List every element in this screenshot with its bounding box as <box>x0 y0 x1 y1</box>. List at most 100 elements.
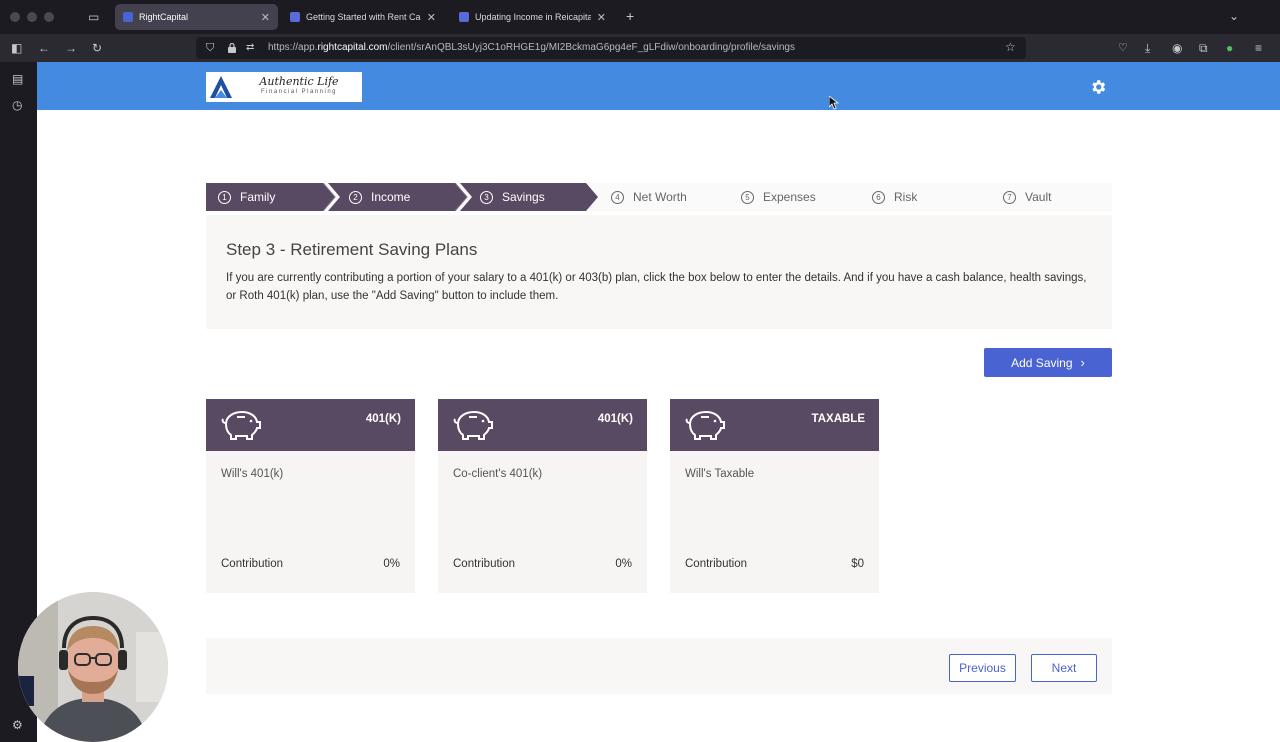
step-number: 6 <box>872 190 885 204</box>
step-label: Expenses <box>763 190 816 204</box>
previous-button[interactable]: Previous <box>949 654 1016 682</box>
reload-icon[interactable]: ↻ <box>92 41 102 55</box>
tab-list-chevron-icon[interactable]: ⌄ <box>1229 9 1239 23</box>
account-type: 401(K) <box>597 413 633 425</box>
piggy-bank-icon <box>453 410 493 440</box>
chevron-right-icon: › <box>1080 355 1085 370</box>
add-saving-label: Add Saving <box>1011 355 1073 370</box>
tab-title: Getting Started with Rent Capital <box>306 12 421 22</box>
page-description: If you are currently contributing a port… <box>226 272 1087 302</box>
card-header: TAXABLE <box>670 399 879 451</box>
contribution-value: $0 <box>851 558 864 570</box>
step-net-worth[interactable]: 4 Net Worth <box>611 183 687 211</box>
history-icon[interactable]: ◷ <box>12 98 22 112</box>
page-title: Step 3 - Retirement Saving Plans <box>226 240 478 259</box>
close-tab-icon[interactable]: ✕ <box>597 11 606 24</box>
sidebar-toggle-icon[interactable]: ◧ <box>11 41 22 55</box>
browser-tab-updating-income[interactable]: Updating Income in Reicapital ✕ <box>451 4 614 30</box>
logo-mark-icon <box>210 76 232 98</box>
browser-tab-getting-started[interactable]: Getting Started with Rent Capital ✕ <box>282 4 444 30</box>
lock-icon[interactable] <box>227 42 237 54</box>
logo-name: Authentic Life <box>259 75 339 88</box>
contribution-value: 0% <box>383 558 400 570</box>
contribution-label: Contribution <box>685 558 748 570</box>
step-expenses[interactable]: 5 Expenses <box>741 183 816 211</box>
step-family[interactable]: 1 Family <box>218 183 275 211</box>
address-bar[interactable]: ⛉ ⇄ https://app.rightcapital.com/client/… <box>196 37 1026 59</box>
extensions-icon[interactable]: ⧉ <box>1199 41 1208 55</box>
settings-gear-icon[interactable] <box>1089 78 1107 96</box>
savings-card-wills-401k[interactable]: 401(K) Will's 401(k) Contribution 0% <box>206 399 415 593</box>
tab-title: Updating Income in Reicapital <box>475 12 591 22</box>
company-logo[interactable]: Authentic Life Financial Planning <box>206 72 362 102</box>
step-savings[interactable]: 3 Savings <box>480 183 545 211</box>
webcam-overlay <box>18 592 168 742</box>
bookmark-star-icon[interactable]: ☆ <box>1005 40 1016 54</box>
navigation-toolbar: ◧ ← → ↻ ⛉ ⇄ https://app.rightcapital.com… <box>0 34 1280 62</box>
menu-icon[interactable]: ≡ <box>1255 41 1262 55</box>
savings-card-coclient-401k[interactable]: 401(K) Co-client's 401(k) Contribution 0… <box>438 399 647 593</box>
sidebar-settings-icon[interactable]: ⚙ <box>12 718 23 732</box>
url-domain: rightcapital.com <box>317 42 388 53</box>
account-type: 401(K) <box>365 413 401 425</box>
bookmarks-sidebar-icon[interactable]: ▤ <box>12 72 23 86</box>
step-risk[interactable]: 6 Risk <box>872 183 917 211</box>
favicon-icon <box>123 12 133 22</box>
step-intro-panel: Step 3 - Retirement Saving Plans If you … <box>206 215 1112 329</box>
step-number: 2 <box>349 190 362 204</box>
favicon-icon <box>459 12 469 22</box>
account-name: Will's 401(k) <box>221 468 284 480</box>
new-tab-button[interactable]: + <box>626 9 634 23</box>
browser-tab-rightcapital[interactable]: RightCapital ✕ <box>115 4 278 30</box>
step-number: 5 <box>741 190 754 204</box>
card-header: 401(K) <box>206 399 415 451</box>
pocket-icon[interactable]: ♡ <box>1118 41 1128 55</box>
tab-title: RightCapital <box>139 12 189 22</box>
step-number: 7 <box>1003 190 1016 204</box>
window-zoom-button[interactable] <box>44 12 54 22</box>
step-vault[interactable]: 7 Vault <box>1003 183 1051 211</box>
step-label: Risk <box>894 190 918 204</box>
onboarding-stepper: 1 Family 2 Income 3 Savings 4 Net Worth … <box>206 183 1112 211</box>
presenter-video-image <box>18 592 168 742</box>
close-tab-icon[interactable]: ✕ <box>261 11 270 24</box>
step-label: Family <box>240 190 276 204</box>
step-label: Income <box>371 190 411 204</box>
downloads-icon[interactable]: ⤓ <box>1145 41 1150 55</box>
card-header: 401(K) <box>438 399 647 451</box>
url-text[interactable]: https://app.rightcapital.com/client/srAn… <box>268 42 795 53</box>
piggy-bank-icon <box>221 410 261 440</box>
back-icon[interactable]: ← <box>38 41 50 55</box>
contribution-value: 0% <box>615 558 632 570</box>
account-name: Co-client's 401(k) <box>453 468 543 480</box>
contribution-label: Contribution <box>453 558 516 570</box>
account-type: TAXABLE <box>811 413 865 425</box>
step-label: Net Worth <box>633 190 687 204</box>
step-income[interactable]: 2 Income <box>349 183 410 211</box>
window-close-button[interactable] <box>10 12 20 22</box>
browser-tab-bar: ▭ RightCapital ✕ Getting Started with Re… <box>0 0 1280 34</box>
contribution-label: Contribution <box>221 558 284 570</box>
step-number: 1 <box>218 190 231 204</box>
favicon-icon <box>290 12 300 22</box>
url-prefix: https://app. <box>268 42 318 53</box>
close-tab-icon[interactable]: ✕ <box>427 11 436 24</box>
savings-card-wills-taxable[interactable]: TAXABLE Will's Taxable Contribution $0 <box>670 399 879 593</box>
shield-icon[interactable]: ⛉ <box>206 41 214 55</box>
piggy-bank-icon <box>685 410 725 440</box>
app-header: Authentic Life Financial Planning <box>37 62 1280 110</box>
tab-overview-icon[interactable]: ▭ <box>88 10 99 24</box>
permissions-icon[interactable]: ⇄ <box>246 41 254 55</box>
extension-badge-icon[interactable]: ● <box>1226 41 1233 55</box>
mouse-cursor-icon <box>829 96 839 110</box>
next-button[interactable]: Next <box>1031 654 1097 682</box>
account-name: Will's Taxable <box>685 468 755 480</box>
url-path: /client/srAnQBL3sUyj3C1oRHGE1g/MI2BckmaG… <box>387 42 795 53</box>
window-minimize-button[interactable] <box>27 12 37 22</box>
step-number: 3 <box>480 190 493 204</box>
forward-icon[interactable]: → <box>65 41 77 55</box>
add-saving-button[interactable]: Add Saving › <box>984 348 1112 377</box>
step-number: 4 <box>611 190 624 204</box>
account-icon[interactable]: ◉ <box>1172 41 1182 55</box>
wizard-footer: Previous Next <box>206 638 1112 694</box>
